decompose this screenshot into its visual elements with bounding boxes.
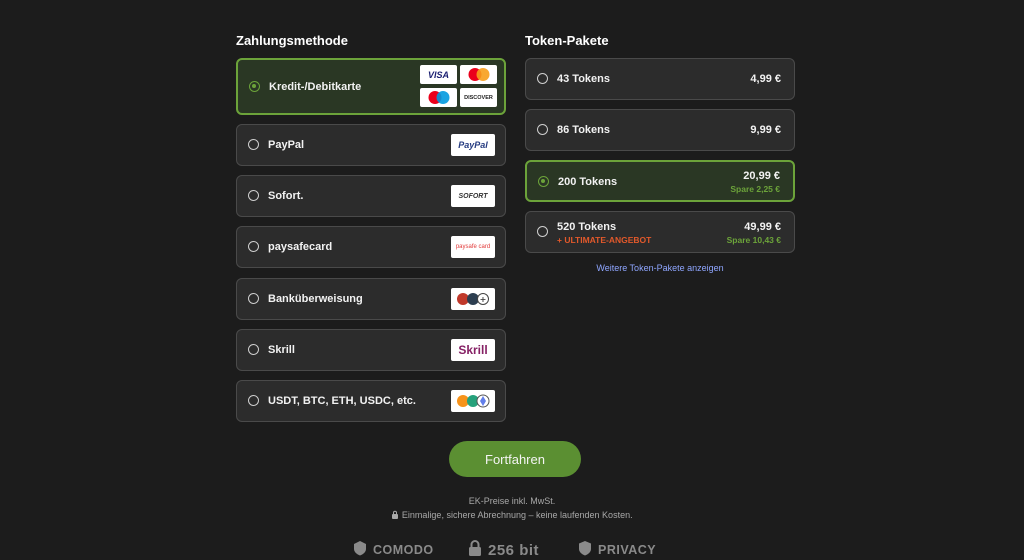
token-package-card[interactable]: 43 Tokens 4,99 € <box>525 58 795 100</box>
radio-button-selected[interactable] <box>249 81 260 92</box>
crypto-icon <box>451 390 495 412</box>
savings-text: Spare 10,43 € <box>726 235 781 245</box>
payment-option-card[interactable]: PayPal PayPal <box>236 124 506 166</box>
payment-option-card[interactable]: Banküberweisung + <box>236 278 506 320</box>
privacy-badge: PRIVACY <box>577 540 656 559</box>
payment-option-card[interactable]: Kredit-/Debitkarte VISA DISCOVER <box>236 58 506 115</box>
svg-text:+: + <box>480 295 487 304</box>
mastercard-logo <box>460 65 497 84</box>
radio-button[interactable] <box>248 395 259 406</box>
token-price: 4,99 € <box>750 73 781 85</box>
payment-option-label: Kredit-/Debitkarte <box>269 81 362 93</box>
payment-option-label: Skrill <box>268 344 295 356</box>
radio-button[interactable] <box>537 124 548 135</box>
bank-transfer-icon: + <box>451 288 495 310</box>
token-package-card[interactable]: 200 Tokens 20,99 € Spare 2,25 € <box>525 160 795 202</box>
lock-icon <box>391 510 402 520</box>
paypal-logo: PayPal <box>451 134 495 156</box>
discover-logo: DISCOVER <box>460 88 497 107</box>
radio-button-selected[interactable] <box>538 176 549 187</box>
radio-button[interactable] <box>537 73 548 84</box>
lock-icon <box>467 540 483 560</box>
vat-note: EK-Preise inkl. MwSt. <box>468 496 556 506</box>
paysafecard-logo: paysafe card <box>451 236 495 258</box>
billing-note: Einmalige, sichere Abrechnung – keine la… <box>0 510 1024 520</box>
payment-option-label: paysafecard <box>268 241 333 253</box>
token-package-label: 520 Tokens <box>557 221 617 233</box>
more-token-packages-label[interactable]: Weitere Token-Pakete anzeigen <box>590 263 730 273</box>
payment-option-card[interactable]: Skrill Skrill <box>236 329 506 371</box>
radio-button[interactable] <box>248 139 259 150</box>
token-price: 49,99 € <box>744 221 781 233</box>
payment-option-card[interactable]: Sofort. SOFORT <box>236 175 506 217</box>
radio-button[interactable] <box>537 226 548 237</box>
skrill-logo: Skrill <box>451 339 495 361</box>
radio-button[interactable] <box>248 190 259 201</box>
billing-note-text: Einmalige, sichere Abrechnung – keine la… <box>401 510 633 520</box>
ssl-badge: 256 bit <box>467 540 539 560</box>
maestro-logo <box>420 88 457 107</box>
ssl-label: 256 bit <box>488 541 540 559</box>
promo-badge: + ULTIMATE-ANGEBOT <box>557 235 652 245</box>
comodo-badge: COMODO <box>352 540 434 559</box>
token-package-label: 86 Tokens <box>557 124 610 136</box>
radio-button[interactable] <box>248 293 259 304</box>
payment-option-label: USDT, BTC, ETH, USDC, etc. <box>268 395 416 407</box>
savings-text: Spare 2,25 € <box>730 184 780 194</box>
radio-button[interactable] <box>248 344 259 355</box>
comodo-label: COMODO <box>373 542 434 557</box>
payment-option-label: Sofort. <box>268 190 304 202</box>
token-section-title: Token-Pakete <box>525 33 609 48</box>
payment-option-card[interactable]: USDT, BTC, ETH, USDC, etc. <box>236 380 506 422</box>
radio-button[interactable] <box>248 241 259 252</box>
payment-option-label: PayPal <box>268 139 305 151</box>
token-price: 20,99 € <box>743 170 780 182</box>
shield-icon <box>577 540 593 559</box>
shield-check-icon <box>352 540 368 559</box>
sofort-logo: SOFORT <box>451 185 495 207</box>
continue-button[interactable]: Fortfahren <box>449 441 581 477</box>
token-package-card[interactable]: 86 Tokens 9,99 € <box>525 109 795 151</box>
token-package-card[interactable]: 520 Tokens + ULTIMATE-ANGEBOT 49,99 € Sp… <box>525 211 795 253</box>
privacy-label: PRIVACY <box>598 542 657 557</box>
visa-logo: VISA <box>420 65 457 84</box>
payment-option-label: Banküberweisung <box>268 293 363 305</box>
token-package-label: 43 Tokens <box>557 73 610 85</box>
payment-section-title: Zahlungsmethode <box>236 33 348 48</box>
token-package-label: 200 Tokens <box>558 176 618 188</box>
payment-option-card[interactable]: paysafecard paysafe card <box>236 226 506 268</box>
token-price: 9,99 € <box>750 124 781 136</box>
more-token-packages-link[interactable]: Weitere Token-Pakete anzeigen <box>525 263 795 273</box>
